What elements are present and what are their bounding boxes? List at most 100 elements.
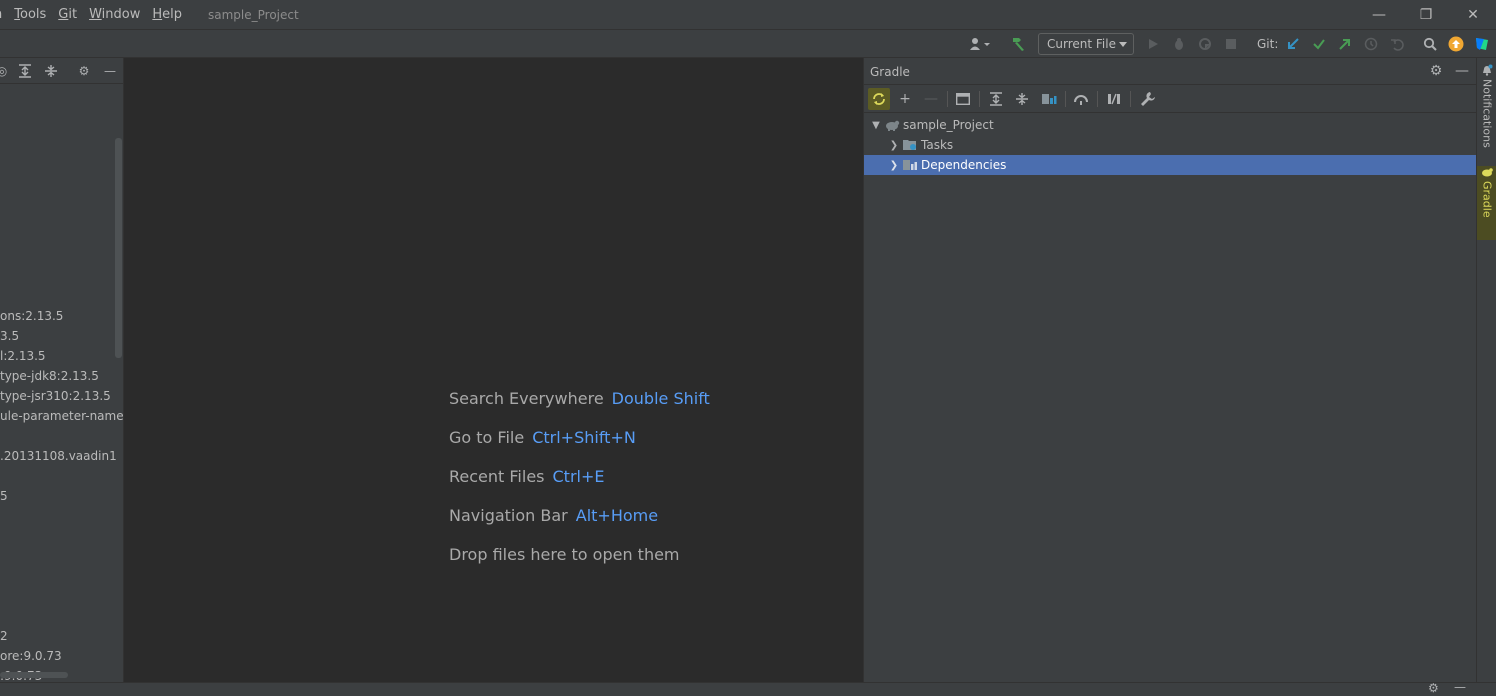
menu-item-git[interactable]: Git: [58, 7, 77, 22]
reload-gradle-projects-button[interactable]: [868, 88, 890, 110]
restore-button[interactable]: ❐: [1403, 0, 1449, 29]
checkmark-icon: [1313, 39, 1325, 50]
horizontal-scrollbar[interactable]: [0, 672, 68, 678]
gradle-elephant-icon: [1482, 168, 1493, 177]
run-configuration-value: Current File: [1047, 37, 1116, 51]
terminal-icon: [956, 93, 970, 105]
clock-icon: [1364, 37, 1378, 51]
ide-update-button[interactable]: [1447, 35, 1465, 53]
run-configuration-select[interactable]: Current File: [1038, 33, 1134, 55]
bottom-hide-button[interactable]: —: [1454, 680, 1466, 694]
tree-item[interactable]: .20131108.vaadin1: [0, 446, 117, 466]
tree-node-root[interactable]: ▼ sample_Project: [864, 115, 1476, 135]
project-options-button[interactable]: ⚙: [76, 63, 92, 79]
toggle-skip-tests-button[interactable]: [1104, 89, 1124, 109]
project-panel-header: ◎ ⚙ —: [0, 58, 123, 84]
git-history-button[interactable]: [1362, 35, 1380, 53]
notifications-tab-label: Notifications: [1480, 79, 1494, 148]
toolbar-separator: [1130, 91, 1131, 107]
menu-item-partial[interactable]: n: [0, 7, 2, 22]
vertical-scrollbar[interactable]: [115, 138, 122, 358]
tree-item[interactable]: 5: [0, 486, 8, 506]
update-arrow-icon: [1448, 36, 1464, 52]
gradle-tab[interactable]: Gradle: [1477, 166, 1496, 240]
gradle-elephant-icon: [886, 120, 900, 131]
undo-icon: [1391, 39, 1404, 51]
tree-item[interactable]: type-jdk8:2.13.5: [0, 366, 99, 386]
tree-item[interactable]: ule-parameter-names:2: [0, 406, 123, 426]
user-account-button[interactable]: [968, 35, 994, 53]
expand-all-button[interactable]: [17, 63, 33, 79]
wrench-icon: [1141, 92, 1155, 106]
dependencies-folder-icon: [903, 160, 917, 170]
close-icon: ✕: [1467, 6, 1479, 23]
code-with-me-button[interactable]: [1473, 35, 1491, 53]
gradle-options-button[interactable]: ⚙: [1426, 61, 1446, 81]
analyze-dependencies-button[interactable]: [1039, 89, 1059, 109]
play-icon: [1149, 39, 1158, 49]
arrow-down-left-icon: [1288, 38, 1299, 49]
toolbar-separator: [1065, 91, 1066, 107]
hint-drop-files: Drop files here to open them: [449, 545, 680, 564]
select-opened-file-button[interactable]: ◎: [0, 63, 10, 79]
git-commit-button[interactable]: [1310, 35, 1328, 53]
tree-node-label: Tasks: [921, 138, 954, 152]
gradle-tab-label: Gradle: [1480, 181, 1494, 218]
dependencies-icon: [1042, 94, 1057, 104]
tree-item[interactable]: 3.5: [0, 326, 19, 346]
stop-icon: [1226, 39, 1236, 49]
git-push-button[interactable]: [1336, 35, 1354, 53]
tree-item[interactable]: 2: [0, 626, 8, 646]
window-project-name: sample_Project: [208, 7, 299, 22]
gradle-collapse-all-button[interactable]: [1012, 89, 1032, 109]
chevron-down-icon: ▼: [872, 119, 880, 131]
gear-icon: ⚙: [1428, 681, 1439, 695]
git-rollback-button[interactable]: [1388, 35, 1406, 53]
tree-node-label: Dependencies: [921, 158, 1007, 172]
offline-icon: [1074, 95, 1088, 105]
chevron-down-icon: [1119, 42, 1127, 47]
execute-gradle-task-button[interactable]: [953, 89, 973, 109]
build-tool-settings-button[interactable]: [1138, 89, 1158, 109]
tree-node-tasks[interactable]: ❯ Tasks: [864, 135, 1476, 155]
minus-icon: —: [924, 91, 938, 107]
menu-item-tools[interactable]: Tools: [14, 7, 46, 22]
hide-project-panel-button[interactable]: —: [102, 63, 118, 79]
tree-node-label: sample_Project: [903, 118, 994, 132]
debug-button[interactable]: [1170, 35, 1188, 53]
hint-label: Go to File: [449, 428, 525, 447]
gradle-toolbar: + —: [864, 85, 1476, 113]
stop-button[interactable]: [1222, 35, 1240, 53]
hint-recent-files: Recent Files Ctrl+E: [449, 467, 604, 486]
search-everywhere-button[interactable]: [1421, 35, 1439, 53]
hint-shortcut: Ctrl+Shift+N: [532, 428, 636, 447]
tree-node-dependencies[interactable]: ❯ Dependencies: [864, 155, 1476, 175]
build-button[interactable]: [1009, 35, 1027, 53]
link-gradle-project-button[interactable]: +: [895, 89, 915, 109]
unlink-gradle-project-button[interactable]: —: [921, 89, 941, 109]
toggle-offline-mode-button[interactable]: [1071, 89, 1091, 109]
menu-item-window[interactable]: Window: [89, 7, 140, 22]
close-button[interactable]: ✕: [1450, 0, 1496, 29]
tree-item[interactable]: l:2.13.5: [0, 346, 46, 366]
tree-item[interactable]: type-jsr310:2.13.5: [0, 386, 111, 406]
hide-gradle-button[interactable]: —: [1452, 61, 1472, 81]
main-toolbar: Current File Git:: [0, 29, 1496, 58]
expand-all-icon: [19, 64, 31, 78]
git-update-button[interactable]: [1284, 35, 1302, 53]
collapse-all-button[interactable]: [43, 63, 59, 79]
target-icon: ◎: [0, 64, 7, 78]
run-button[interactable]: [1144, 35, 1162, 53]
folder-gear-icon: [903, 140, 916, 150]
tree-item[interactable]: ore:9.0.73: [0, 646, 62, 666]
menu-item-help[interactable]: Help: [152, 7, 182, 22]
gradle-expand-all-button[interactable]: [986, 89, 1006, 109]
coverage-button[interactable]: [1196, 35, 1214, 53]
bottom-options-button[interactable]: ⚙: [1428, 681, 1439, 695]
notifications-tab[interactable]: Notifications: [1477, 64, 1496, 156]
gradle-title: Gradle: [870, 65, 910, 79]
refresh-icon: [873, 93, 885, 105]
gear-icon: ⚙: [1429, 63, 1443, 79]
minimize-button[interactable]: —: [1356, 0, 1402, 29]
tree-item[interactable]: ons:2.13.5: [0, 306, 63, 326]
